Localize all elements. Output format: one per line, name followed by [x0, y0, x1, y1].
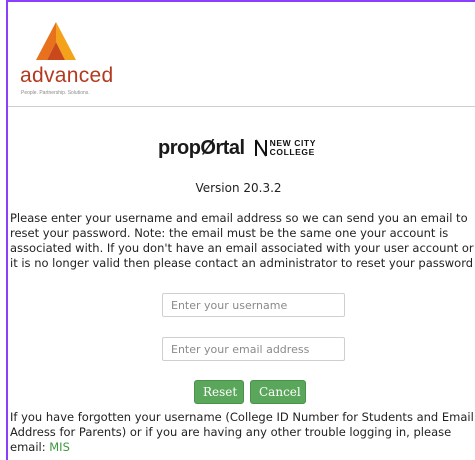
username-input[interactable] [162, 293, 345, 317]
college-name-line2: COLLEGE [269, 147, 315, 157]
page-frame: advanced People. Partnership. Solutions.… [6, 0, 475, 460]
advanced-logo-mark-icon [36, 22, 76, 60]
logo-tagline: People. Partnership. Solutions. [21, 90, 90, 96]
mis-email-link[interactable]: MIS [49, 440, 70, 454]
brand-row: propØrtal NEW CITY COLLEGE [158, 136, 316, 160]
cancel-button[interactable]: Cancel [250, 380, 306, 404]
new-city-college-logo: NEW CITY COLLEGE [254, 139, 316, 157]
ncc-mark-icon [254, 139, 267, 157]
logo-text: advanced [20, 64, 114, 87]
proportal-logo: propØrtal [158, 136, 245, 159]
help-message: If you have forgotten your username (Col… [10, 410, 474, 454]
email-input[interactable] [162, 337, 345, 361]
instructions-text: Please enter your username and email add… [10, 211, 474, 270]
version-label: Version 20.3.2 [195, 181, 282, 195]
help-text: If you have forgotten your username (Col… [10, 410, 475, 455]
header: advanced People. Partnership. Solutions. [8, 2, 475, 107]
reset-button[interactable]: Reset [194, 380, 244, 404]
